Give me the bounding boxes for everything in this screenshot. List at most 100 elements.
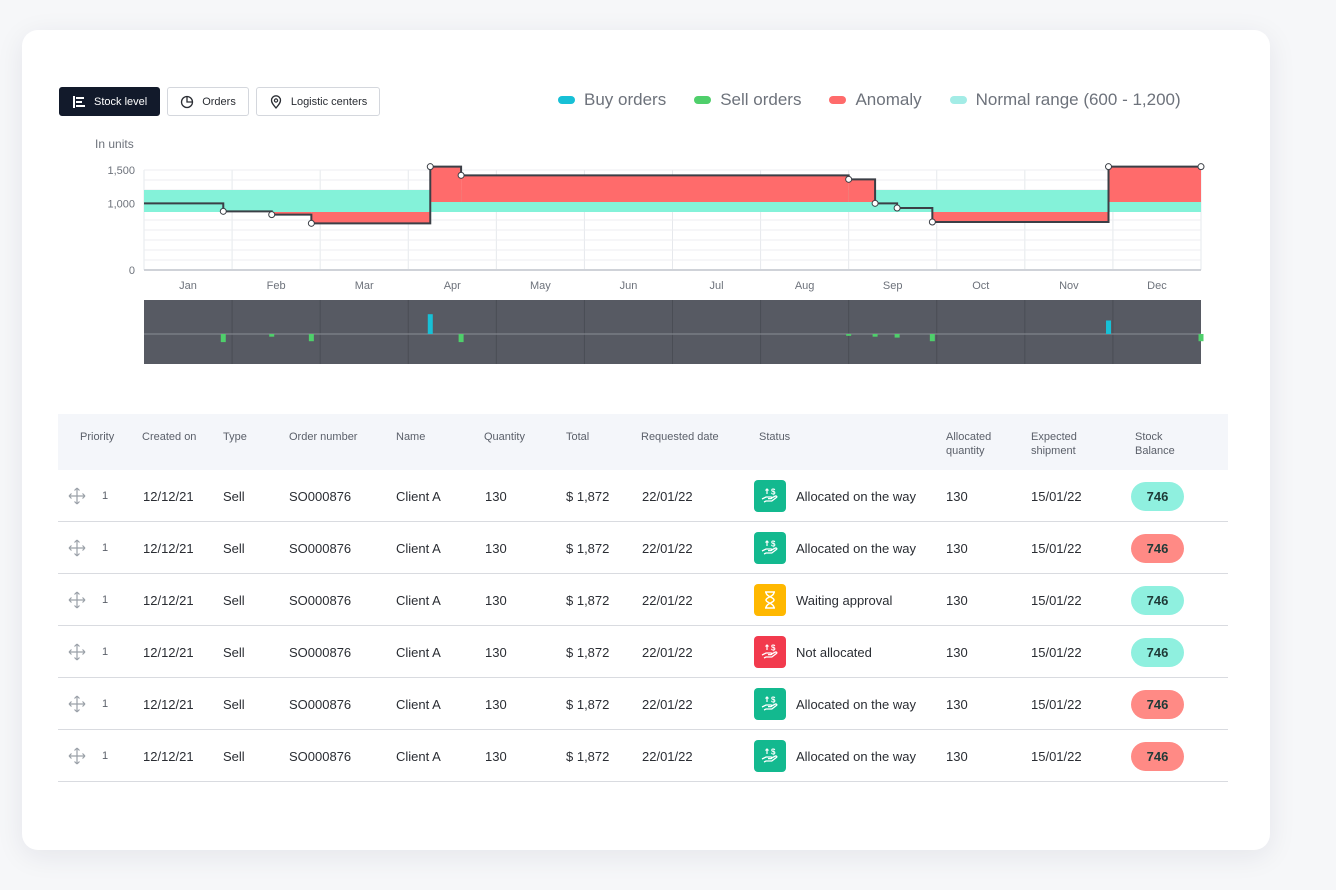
svg-text:$: $ <box>771 696 776 705</box>
header-quantity[interactable]: Quantity <box>484 430 525 444</box>
stock-change-point <box>307 219 315 227</box>
expected-shipment-cell: 15/01/22 <box>1031 644 1082 660</box>
anomaly-area <box>430 166 462 202</box>
stock-balance-badge: 746 <box>1131 481 1184 511</box>
sell-order-bar <box>220 334 226 343</box>
legend-label: Sell orders <box>720 90 802 109</box>
tab-stock-level[interactable]: Stock level <box>59 87 161 116</box>
tab-orders[interactable]: Orders <box>167 87 249 116</box>
anomaly-area <box>461 175 849 202</box>
type-cell: Sell <box>223 696 245 712</box>
header-type[interactable]: Type <box>223 430 247 444</box>
expected-shipment-cell: 15/01/22 <box>1031 696 1082 712</box>
status-cell: $ Not allocated <box>754 626 872 678</box>
table-body: 1 12/12/21 Sell SO000876 Client A 130 $ … <box>58 470 1228 782</box>
month-label: Sep <box>883 280 903 292</box>
header-priority[interactable]: Priority <box>80 430 114 444</box>
stock-change-point <box>457 171 465 179</box>
stock-balance-badge: 746 <box>1131 533 1184 563</box>
hand-money-icon: $ <box>754 532 786 564</box>
month-label: Apr <box>444 280 461 292</box>
header-created-on[interactable]: Created on <box>142 430 196 444</box>
order-number-cell[interactable]: SO000876 <box>289 678 351 730</box>
legend-label: Normal range (600 - 1,200) <box>975 90 1181 109</box>
tab-label: Logistic centers <box>290 95 368 108</box>
legend-swatch <box>694 96 712 104</box>
type-cell: Sell <box>223 488 245 504</box>
requested-date-cell: 22/01/22 <box>642 644 693 660</box>
header-status[interactable]: Status <box>759 430 790 444</box>
y-tick-label: 1,500 <box>107 165 135 177</box>
stock-change-point <box>845 175 853 183</box>
requested-date-cell: 22/01/22 <box>642 540 693 556</box>
order-number-cell[interactable]: SO000876 <box>289 470 351 522</box>
total-cell: $ 1,872 <box>566 696 610 712</box>
sell-order-bar <box>458 334 464 343</box>
legend-normal-range: Normal range (600 - 1,200) <box>949 90 1181 110</box>
total-cell: $ 1,872 <box>566 488 610 504</box>
svg-text:$: $ <box>771 540 776 549</box>
drag-handle-icon[interactable] <box>68 574 86 626</box>
stock-balance-cell: 746 <box>1131 574 1184 626</box>
hand-money-icon: $ <box>754 740 786 772</box>
quantity-cell: 130 <box>485 644 507 660</box>
legend-buy-orders: Buy orders <box>558 90 666 110</box>
hand-money-icon: $ <box>754 480 786 512</box>
table-row[interactable]: 1 12/12/21 Sell SO000876 Client A 130 $ … <box>58 678 1228 730</box>
table-row[interactable]: 1 12/12/21 Sell SO000876 Client A 130 $ … <box>58 730 1228 782</box>
order-number-cell[interactable]: SO000876 <box>289 626 351 678</box>
expected-shipment-cell: 15/01/22 <box>1031 488 1082 504</box>
month-label: Nov <box>1059 280 1079 292</box>
requested-date-cell: 22/01/22 <box>642 748 693 764</box>
created-on-cell: 12/12/21 <box>143 540 194 556</box>
order-number-cell[interactable]: SO000876 <box>289 730 351 782</box>
hourglass-icon <box>754 584 786 616</box>
header-allocated-quantity[interactable]: Allocated quantity <box>946 430 991 458</box>
header-stock-balance[interactable]: Stock Balance <box>1135 430 1175 458</box>
order-number-cell[interactable]: SO000876 <box>289 522 351 574</box>
header-line: Allocated <box>946 431 992 443</box>
order-number-cell[interactable]: SO000876 <box>289 574 351 626</box>
month-label: Jan <box>179 280 197 292</box>
status-cell: Waiting approval <box>754 574 892 626</box>
drag-handle-icon[interactable] <box>68 678 86 730</box>
table-row[interactable]: 1 12/12/21 Sell SO000876 Client A 130 $ … <box>58 470 1228 522</box>
quantity-cell: 130 <box>485 488 507 504</box>
status-cell: $ Allocated on the way <box>754 730 916 782</box>
table-row[interactable]: 1 12/12/21 Sell SO000876 Client A 130 $ … <box>58 574 1228 626</box>
requested-date-cell: 22/01/22 <box>642 488 693 504</box>
drag-handle-icon[interactable] <box>68 730 86 782</box>
hand-money-icon: $ <box>754 636 786 668</box>
priority-cell: 1 <box>102 594 109 606</box>
table-row[interactable]: 1 12/12/21 Sell SO000876 Client A 130 $ … <box>58 626 1228 678</box>
drag-handle-icon[interactable] <box>68 470 86 522</box>
total-cell: $ 1,872 <box>566 592 610 608</box>
name-cell: Client A <box>396 488 441 504</box>
type-cell: Sell <box>223 644 245 660</box>
quantity-cell: 130 <box>485 592 507 608</box>
tab-logistic-centers[interactable]: Logistic centers <box>255 87 381 116</box>
drag-handle-icon[interactable] <box>68 626 86 678</box>
header-line: quantity <box>946 445 985 457</box>
month-label: Mar <box>355 280 374 292</box>
bar-list-icon <box>73 95 85 108</box>
header-requested-date[interactable]: Requested date <box>641 430 719 444</box>
month-label: Jun <box>620 280 638 292</box>
header-expected-shipment[interactable]: Expected shipment <box>1031 430 1077 458</box>
anomaly-area <box>932 212 1109 222</box>
header-order-number[interactable]: Order number <box>289 430 357 444</box>
legend-swatch <box>558 96 575 104</box>
drag-handle-icon[interactable] <box>68 522 86 574</box>
month-label: May <box>530 280 551 292</box>
table-row[interactable]: 1 12/12/21 Sell SO000876 Client A 130 $ … <box>58 522 1228 574</box>
header-name[interactable]: Name <box>396 430 425 444</box>
name-cell: Client A <box>396 540 441 556</box>
sell-order-bar <box>872 334 878 337</box>
allocated-quantity-cell: 130 <box>946 592 968 608</box>
stock-change-point <box>893 204 901 212</box>
orders-table: Priority Created on Type Order number Na… <box>58 414 1228 782</box>
chart-legend: Buy orders Sell orders Anomaly Normal ra… <box>558 90 1181 110</box>
table-header: Priority Created on Type Order number Na… <box>58 414 1228 470</box>
allocated-quantity-cell: 130 <box>946 748 968 764</box>
header-total[interactable]: Total <box>566 430 589 444</box>
